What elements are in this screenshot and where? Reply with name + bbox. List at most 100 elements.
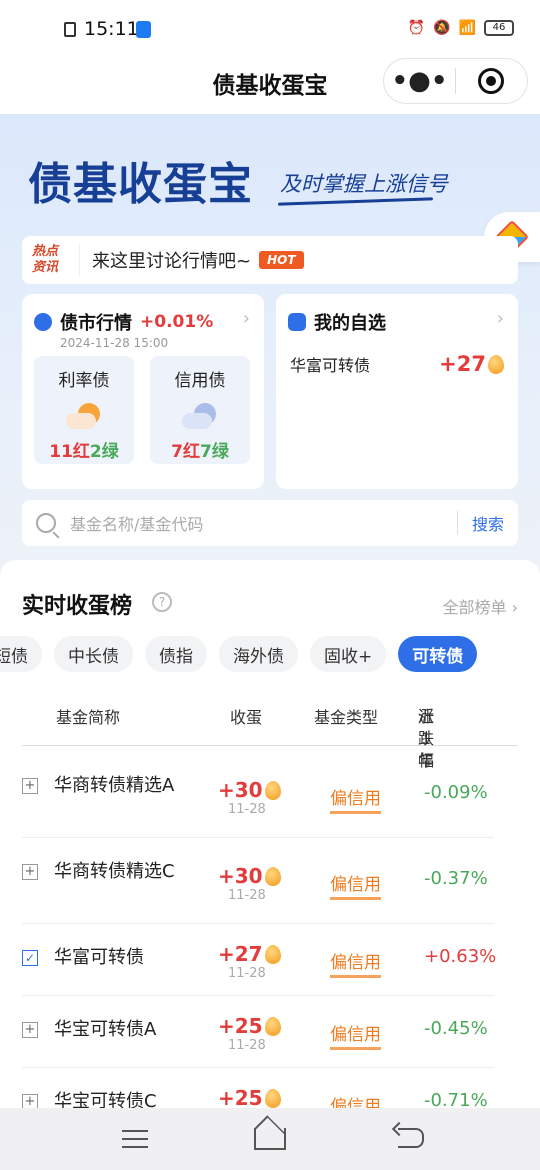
tab-fixed-income-plus[interactable]: 固收+ (310, 636, 387, 672)
hot-tag-line1: 热点 (32, 244, 59, 259)
system-nav-bar (0, 1108, 540, 1170)
fund-change: -0.71% (424, 1090, 488, 1108)
table-row[interactable]: + 华宝可转债C +25 11-28 偏信用 -0.71% (22, 1068, 494, 1108)
egg-icon (264, 780, 281, 800)
tab-short-bond[interactable]: 短债 (0, 636, 42, 672)
status-time: 15:11 (84, 18, 139, 40)
wifi-icon: 📶 (458, 20, 476, 36)
fund-gain: +30 11-28 (218, 864, 281, 903)
mute-icon: 🔕 (433, 20, 451, 36)
fund-name: 华宝可转债C (54, 1091, 157, 1108)
back-icon[interactable] (398, 1128, 424, 1148)
brand-slogan: 及时掌握上涨信号 (280, 172, 448, 196)
fund-type: 偏信用 (330, 1020, 381, 1050)
app-notification-icon (136, 21, 151, 38)
fund-change: -0.09% (424, 782, 488, 803)
all-rankings-link[interactable]: 全部榜单 › (443, 594, 519, 618)
favorite-item[interactable]: 华富可转债 +27 (290, 352, 504, 376)
mini-program-capsule: •●• (383, 58, 528, 104)
status-bar: 15:11 ⏰ 🔕 📶 46 (0, 0, 540, 58)
credit-bond-tile[interactable]: 信用债 7红7绿 (150, 356, 250, 464)
search-icon (36, 513, 56, 533)
add-icon[interactable]: + (22, 778, 38, 794)
battery-icon: 46 (484, 20, 514, 36)
egg-icon (264, 1016, 281, 1036)
favorite-item-name: 华富可转债 (290, 356, 371, 375)
hot-badge: HOT (259, 251, 304, 269)
chevron-right-icon: › (496, 308, 504, 329)
chevron-right-icon: › (242, 308, 250, 329)
bookmark-icon (288, 313, 306, 331)
fund-gain: +30 11-28 (218, 778, 281, 817)
search-button[interactable]: 搜索 (456, 511, 518, 535)
rate-bond-count: 11红2绿 (49, 442, 119, 462)
fund-name: 华商转债精选A (54, 775, 175, 796)
search-bar[interactable]: 基金名称/基金代码 搜索 (22, 500, 518, 546)
title-bar: 债基收蛋宝 •●• (0, 58, 540, 114)
close-target-icon[interactable] (456, 68, 527, 94)
favorites-card[interactable]: 我的自选 › 华富可转债 +27 (276, 294, 518, 489)
market-datetime: 2024-11-28 15:00 (60, 336, 169, 350)
market-card[interactable]: 债市行情 +0.01% › 2024-11-28 15:00 利率债 11红2绿… (22, 294, 264, 489)
cloudy-night-icon (182, 401, 218, 431)
table-header: 基金简称 收蛋 基金类型 近1年 涨跌幅 (22, 690, 518, 770)
egg-icon (264, 1088, 281, 1108)
add-icon[interactable]: + (22, 864, 38, 880)
fund-gain: +25 11-28 (218, 1014, 281, 1053)
alarm-icon: ⏰ (407, 20, 426, 36)
fund-gain: +27 11-28 (218, 942, 281, 981)
tab-convertible-bond[interactable]: 可转债 (398, 636, 478, 672)
fund-name: 华商转债精选C (54, 861, 175, 882)
hot-tag-line2: 资讯 (32, 260, 59, 275)
fund-list: + 华商转债精选A +30 11-28 偏信用 -0.09% + 华商转债精选C… (22, 752, 518, 1108)
hot-news-tag: 热点 资讯 (32, 244, 80, 276)
table-row[interactable]: + 华商转债精选A +30 11-28 偏信用 -0.09% (22, 752, 494, 838)
add-icon[interactable]: + (22, 1094, 38, 1108)
egg-icon (264, 944, 281, 964)
col-type: 基金类型 (314, 708, 379, 727)
sunny-weather-icon (66, 401, 102, 431)
search-input[interactable]: 基金名称/基金代码 (70, 511, 457, 535)
egg-icon (488, 354, 504, 374)
favorites-header: 我的自选 (288, 309, 386, 335)
credit-bond-count: 7红7绿 (171, 442, 229, 462)
hot-news-bar[interactable]: 热点 资讯 来这里讨论行情吧~ HOT (22, 236, 518, 284)
favorites-title: 我的自选 (314, 313, 386, 334)
col-name: 基金简称 (56, 708, 121, 727)
fund-type: 偏信用 (330, 870, 381, 900)
fund-gain: +25 11-28 (218, 1086, 281, 1108)
ranking-title: 实时收蛋榜 (22, 594, 133, 619)
notification-icon (64, 22, 76, 37)
tab-bond-index[interactable]: 债指 (145, 636, 207, 672)
fund-change: +0.63% (424, 946, 497, 967)
egg-icon (264, 866, 281, 886)
col-gain[interactable]: 收蛋 (230, 704, 262, 728)
add-icon[interactable]: + (22, 1022, 38, 1038)
market-header: 债市行情 +0.01% (34, 309, 213, 335)
category-tabs: 短债 中长债 债指 海外债 固收+ 可转债 (0, 636, 478, 672)
hot-news-text: 来这里讨论行情吧~ (92, 251, 252, 272)
tab-overseas-bond[interactable]: 海外债 (219, 636, 298, 672)
chart-icon (34, 313, 52, 331)
favorite-item-value: +27 (439, 352, 504, 376)
status-icons: ⏰ 🔕 📶 46 (408, 20, 514, 36)
table-row[interactable]: + 华商转债精选C +30 11-28 偏信用 -0.37% (22, 838, 494, 924)
fund-change: -0.37% (424, 868, 488, 889)
table-row[interactable]: ✓ 华富可转债 +27 11-28 偏信用 +0.63% (22, 924, 497, 996)
home-icon[interactable] (254, 1128, 286, 1150)
market-change: +0.01% (140, 312, 214, 332)
table-row[interactable]: + 华宝可转债A +25 11-28 偏信用 -0.45% (22, 996, 494, 1068)
rate-bond-label: 利率债 (58, 371, 110, 391)
fund-change: -0.45% (424, 1018, 488, 1039)
rate-bond-tile[interactable]: 利率债 11红2绿 (34, 356, 134, 464)
help-icon[interactable]: ? (152, 592, 172, 612)
fund-type: 偏信用 (330, 784, 381, 814)
brand-logo: 债基收蛋宝 (28, 159, 253, 210)
menu-icon[interactable] (122, 1130, 148, 1148)
fund-type: 偏信用 (330, 1092, 381, 1108)
fund-name: 华富可转债 (54, 947, 144, 968)
ranking-panel: 实时收蛋榜 ? 全部榜单 › 短债 中长债 债指 海外债 固收+ 可转债 基金简… (0, 560, 540, 1108)
tab-mid-long-bond[interactable]: 中长债 (54, 636, 133, 672)
more-icon[interactable]: •●• (384, 68, 455, 94)
checked-icon[interactable]: ✓ (22, 950, 38, 966)
